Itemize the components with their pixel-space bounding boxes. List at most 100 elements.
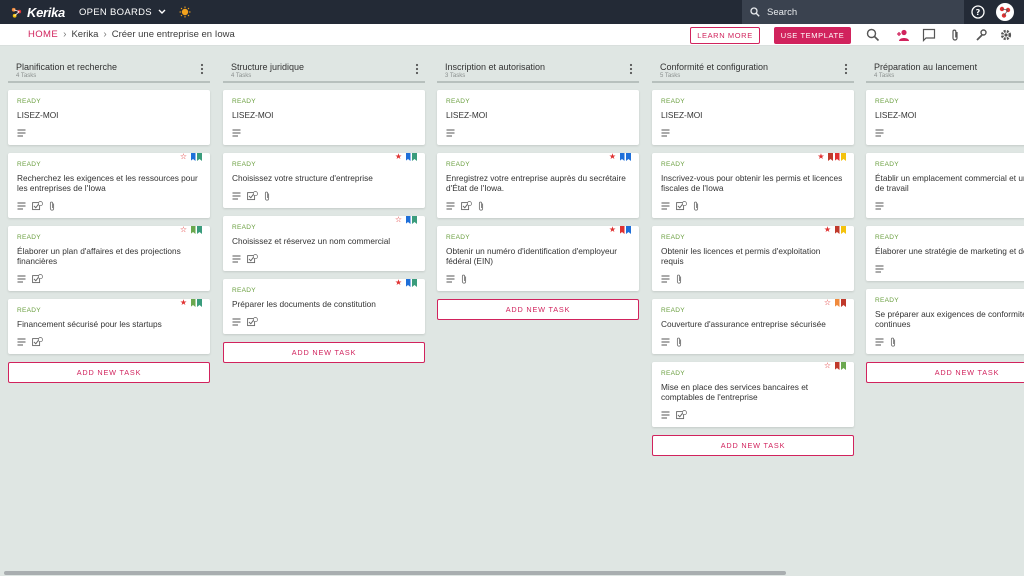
tag-flag-icon	[619, 153, 625, 161]
column-title[interactable]: Conformité et configuration	[660, 62, 768, 72]
wrench-icon[interactable]	[974, 28, 988, 42]
add-task-button[interactable]: ADD NEW TASK	[223, 342, 425, 363]
chat-icon[interactable]	[922, 28, 936, 42]
tag-flag-icon	[834, 299, 840, 307]
add-task-button[interactable]: ADD NEW TASK	[437, 299, 639, 320]
column-title[interactable]: Préparation au lancement	[874, 62, 977, 72]
card-status: READY	[875, 98, 899, 105]
card-meta	[232, 317, 416, 327]
column-title[interactable]: Structure juridique	[231, 62, 304, 72]
avatar[interactable]	[996, 3, 1014, 21]
attachment-icon	[693, 201, 699, 211]
kerika-logo[interactable]: Kerika	[10, 5, 65, 20]
add-task-button[interactable]: ADD NEW TASK	[8, 362, 210, 383]
tag-flag-icon	[405, 216, 411, 224]
task-card[interactable]: ☆ READY Élaborer un plan d'affaires et d…	[8, 226, 210, 291]
star-outline-icon[interactable]: ☆	[180, 226, 187, 234]
search-bar[interactable]: Search	[742, 0, 964, 24]
attachment-icon	[676, 274, 682, 284]
more-vertical-icon[interactable]	[629, 63, 633, 75]
task-card[interactable]: ★ READY Enregistrez votre entreprise aup…	[437, 153, 639, 218]
star-filled-icon[interactable]: ★	[824, 226, 831, 234]
task-card[interactable]: ☆ READY Couverture d'assurance entrepris…	[652, 299, 854, 354]
tag-flag-icon	[197, 299, 202, 307]
card-title: LISEZ-MOI	[875, 110, 917, 120]
column-header: Conformité et configuration 5 Tasks	[652, 58, 854, 83]
horizontal-scrollbar[interactable]	[0, 570, 1024, 576]
card-tags: ★	[395, 153, 417, 162]
task-card[interactable]: ★ READY Choisissez votre structure d'ent…	[223, 153, 425, 208]
description-icon	[232, 318, 241, 326]
task-card[interactable]: READY LISEZ-MOI	[866, 90, 1024, 145]
more-vertical-icon[interactable]	[415, 63, 419, 75]
star-filled-icon[interactable]: ★	[609, 226, 616, 234]
use-template-button[interactable]: USE TEMPLATE	[774, 27, 851, 44]
task-card[interactable]: READY LISEZ-MOI	[8, 90, 210, 145]
task-card[interactable]: ★ READY Obtenir les licences et permis d…	[652, 226, 854, 291]
star-filled-icon[interactable]: ★	[180, 299, 187, 307]
column-task-count: 4 Tasks	[16, 73, 37, 79]
star-outline-icon[interactable]: ☆	[824, 299, 831, 307]
add-task-button[interactable]: ADD NEW TASK	[866, 362, 1024, 383]
card-status: READY	[661, 161, 685, 168]
card-title: Choisissez et réservez un nom commercial	[232, 236, 391, 246]
star-filled-icon[interactable]: ★	[395, 279, 402, 287]
search-icon[interactable]	[866, 28, 880, 42]
open-boards-menu[interactable]: OPEN BOARDS	[79, 7, 166, 18]
card-meta	[446, 201, 630, 211]
task-card[interactable]: ☆ READY Choisissez et réservez un nom co…	[223, 216, 425, 271]
tag-flag-icon	[828, 153, 833, 161]
card-meta	[661, 337, 845, 347]
checklist-icon	[32, 274, 43, 284]
task-card[interactable]: READY LISEZ-MOI	[223, 90, 425, 145]
breadcrumb-board: Créer une entreprise en Iowa	[111, 29, 235, 40]
task-card[interactable]: ★ READY Financement sécurisé pour les st…	[8, 299, 210, 354]
sun-icon[interactable]	[179, 6, 191, 18]
description-icon	[661, 338, 670, 346]
learn-more-button[interactable]: LEARN MORE	[690, 27, 760, 44]
task-card[interactable]: ★ READY Préparer les documents de consti…	[223, 279, 425, 334]
description-icon	[446, 202, 455, 210]
tag-flag-icon	[834, 153, 840, 161]
breadcrumb-home[interactable]: HOME	[28, 29, 58, 40]
star-filled-icon[interactable]: ★	[817, 153, 824, 161]
scrollbar-thumb[interactable]	[4, 571, 786, 575]
star-filled-icon[interactable]: ★	[395, 153, 402, 161]
tag-flag-icon	[841, 299, 846, 307]
task-card[interactable]: READY LISEZ-MOI	[652, 90, 854, 145]
attachment-icon	[478, 201, 484, 211]
checklist-icon	[461, 201, 472, 211]
star-filled-icon[interactable]: ★	[609, 153, 616, 161]
add-person-icon[interactable]	[896, 28, 910, 42]
task-card[interactable]: ★ READY Inscrivez-vous pour obtenir les …	[652, 153, 854, 218]
card-tags: ★	[817, 153, 846, 162]
task-card[interactable]: ★ READY Obtenir un numéro d'identificati…	[437, 226, 639, 291]
tag-flag-icon	[197, 153, 202, 161]
more-vertical-icon[interactable]	[200, 63, 204, 75]
column-header: Inscription et autorisation 3 Tasks	[437, 58, 639, 83]
column-title[interactable]: Inscription et autorisation	[445, 62, 545, 72]
star-outline-icon[interactable]: ☆	[824, 362, 831, 370]
task-card[interactable]: READY Se préparer aux exigences de confo…	[866, 289, 1024, 354]
task-card[interactable]: READY LISEZ-MOI	[437, 90, 639, 145]
card-tags: ☆	[824, 362, 846, 371]
checklist-icon	[676, 201, 687, 211]
task-card[interactable]: READY Établir un emplacement commercial …	[866, 153, 1024, 218]
task-card[interactable]: READY Élaborer une stratégie de marketin…	[866, 226, 1024, 281]
column-header: Planification et recherche 4 Tasks	[8, 58, 210, 83]
gear-icon[interactable]	[999, 28, 1013, 42]
task-card[interactable]: ☆ READY Recherchez les exigences et les …	[8, 153, 210, 218]
add-task-button[interactable]: ADD NEW TASK	[652, 435, 854, 456]
task-card[interactable]: ☆ READY Mise en place des services banca…	[652, 362, 854, 427]
search-input[interactable]: Search	[767, 7, 797, 18]
card-meta	[17, 274, 201, 284]
help-icon[interactable]: ?	[971, 5, 985, 19]
star-outline-icon[interactable]: ☆	[180, 153, 187, 161]
attachment-icon[interactable]	[948, 28, 962, 42]
card-tags: ☆	[395, 216, 417, 225]
more-vertical-icon[interactable]	[844, 63, 848, 75]
breadcrumb-org[interactable]: Kerika	[71, 29, 98, 40]
card-status: READY	[17, 234, 41, 241]
star-outline-icon[interactable]: ☆	[395, 216, 402, 224]
column-title[interactable]: Planification et recherche	[16, 62, 117, 72]
